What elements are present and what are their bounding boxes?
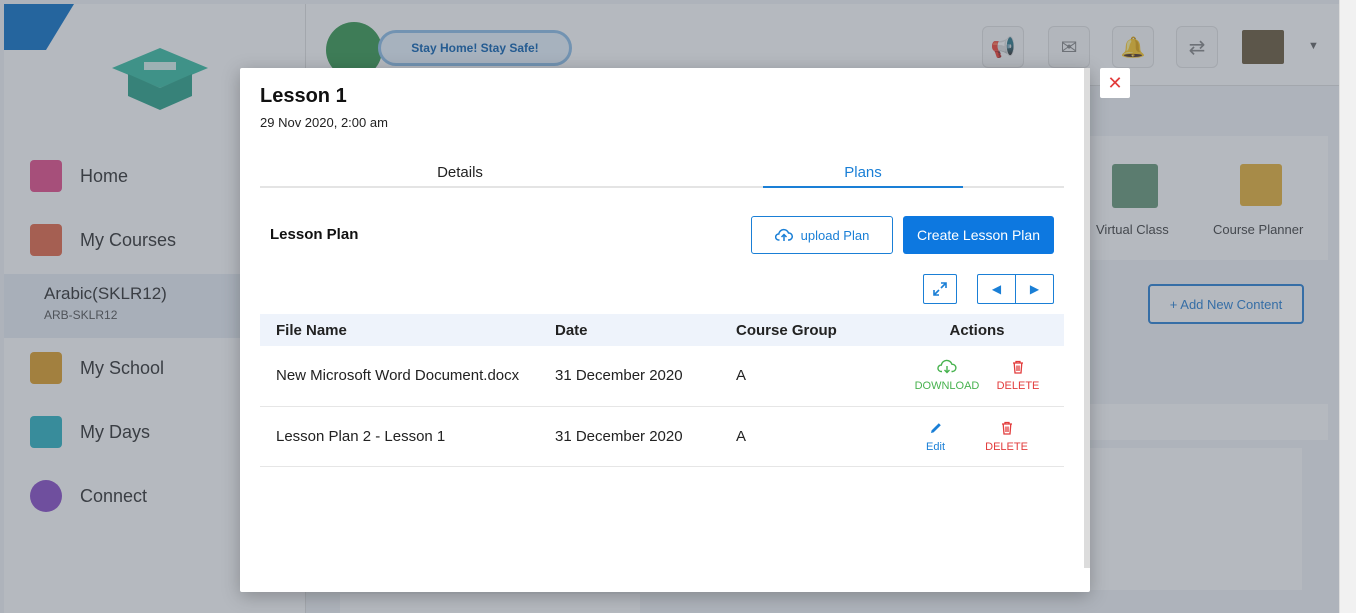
page-scrollbar[interactable] [1339, 0, 1356, 613]
trash-icon [1001, 421, 1012, 435]
table-header-row: File Name Date Course Group Actions [260, 314, 1064, 346]
caret-right-icon: ▶ [1029, 282, 1040, 296]
cell-actions: DOWNLOAD DELETE [890, 346, 1064, 407]
modal-close-button[interactable]: ✕ [1100, 68, 1130, 98]
download-label: DOWNLOAD [914, 380, 980, 393]
modal-scrollbar[interactable] [1084, 68, 1090, 568]
modal-tabs: Details Plans [260, 160, 1064, 188]
create-lesson-plan-button[interactable]: Create Lesson Plan [903, 216, 1054, 254]
edit-label: Edit [926, 440, 946, 453]
upload-plan-button[interactable]: upload Plan [751, 216, 893, 254]
cell-group: A [720, 406, 890, 467]
delete-button[interactable]: DELETE [985, 420, 1028, 453]
expand-button[interactable] [923, 274, 957, 304]
tab-plans[interactable]: Plans [763, 164, 963, 181]
pencil-icon [930, 422, 941, 433]
header-date: Date [539, 314, 720, 346]
delete-label: DELETE [985, 440, 1028, 453]
prev-button[interactable]: ◀ [977, 274, 1016, 304]
delete-label: DELETE [996, 380, 1040, 393]
close-icon: ✕ [1107, 72, 1123, 93]
cloud-download-icon [937, 359, 957, 374]
lesson-plan-table: File Name Date Course Group Actions New … [260, 314, 1064, 467]
delete-button[interactable]: DELETE [996, 359, 1040, 393]
lesson-plan-label: Lesson Plan [270, 226, 359, 243]
edit-button[interactable]: Edit [926, 420, 945, 453]
tab-details[interactable]: Details [360, 164, 560, 181]
cloud-upload-icon [774, 228, 793, 241]
modal-datetime: 29 Nov 2020, 2:00 am [260, 115, 388, 130]
cell-date: 31 December 2020 [539, 346, 720, 407]
cell-date: 31 December 2020 [539, 406, 720, 467]
cell-file-name: New Microsoft Word Document.docx [260, 346, 539, 407]
caret-left-icon: ◀ [991, 282, 1002, 296]
trash-icon [1012, 361, 1023, 374]
download-button[interactable]: DOWNLOAD [914, 359, 980, 393]
cell-group: A [720, 346, 890, 407]
header-actions: Actions [890, 314, 1064, 346]
header-file-name: File Name [260, 314, 539, 346]
active-tab-indicator [763, 186, 963, 188]
cell-actions: Edit DELETE [890, 406, 1064, 467]
header-course-group: Course Group [720, 314, 890, 346]
cell-file-name: Lesson Plan 2 - Lesson 1 [260, 406, 539, 467]
expand-icon [933, 282, 947, 296]
table-row: Lesson Plan 2 - Lesson 1 31 December 202… [260, 406, 1064, 467]
modal-title: Lesson 1 [260, 85, 347, 107]
upload-plan-label: upload Plan [800, 227, 870, 243]
lesson-modal: Lesson 1 29 Nov 2020, 2:00 am Details Pl… [240, 68, 1090, 592]
next-button[interactable]: ▶ [1015, 274, 1054, 304]
table-row: New Microsoft Word Document.docx 31 Dece… [260, 346, 1064, 407]
